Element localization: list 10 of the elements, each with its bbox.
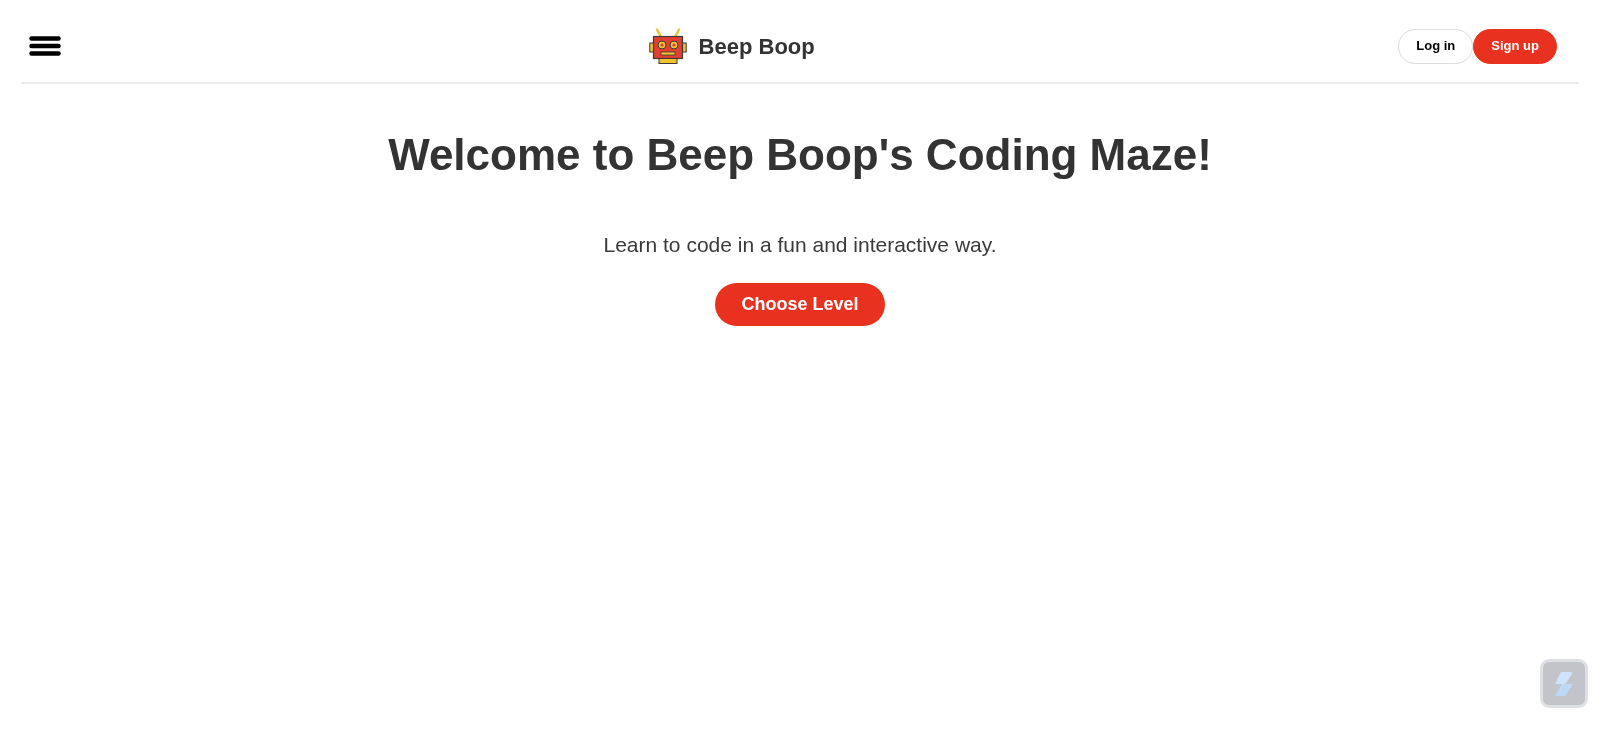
- log-in-button[interactable]: Log in: [1398, 28, 1474, 64]
- sign-up-button[interactable]: Sign up: [1473, 28, 1557, 64]
- slanted-bars-icon: [1554, 670, 1574, 697]
- choose-level-button[interactable]: Choose Level: [715, 283, 885, 326]
- page-subtitle: Learn to code in a fun and interactive way.: [603, 232, 997, 257]
- brand-name: Beep Boop: [698, 32, 815, 61]
- robot-logo-icon: [648, 28, 687, 64]
- menu-button[interactable]: [29, 35, 61, 57]
- page-heading: Welcome to Beep Boop's Coding Maze!: [388, 130, 1212, 180]
- menu-icon: [29, 36, 61, 56]
